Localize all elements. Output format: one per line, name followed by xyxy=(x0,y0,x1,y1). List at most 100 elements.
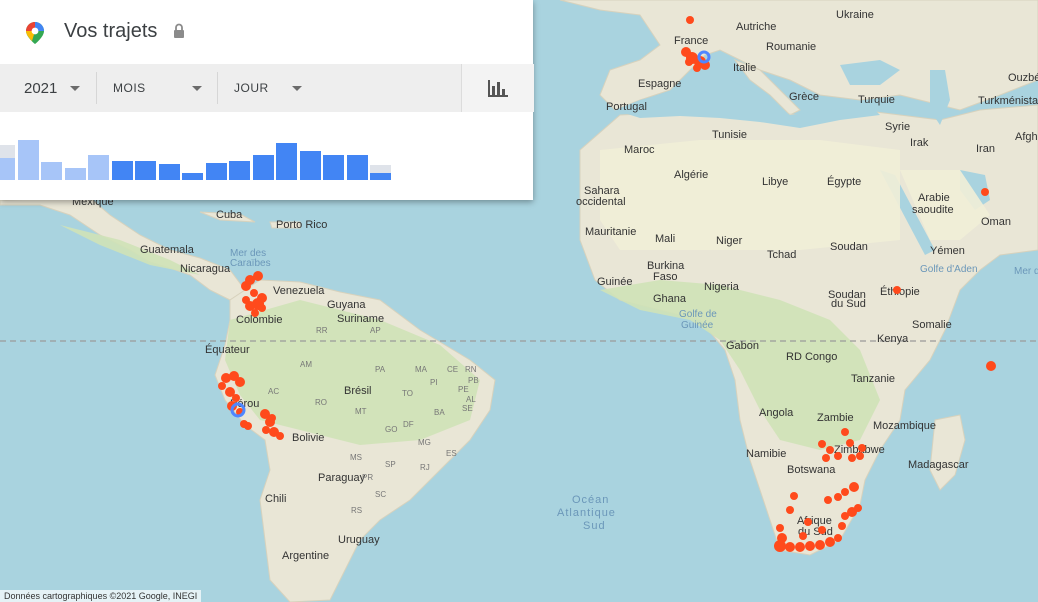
svg-text:Yémen: Yémen xyxy=(930,245,965,257)
day-dropdown[interactable]: JOUR xyxy=(234,64,269,112)
histogram-bar[interactable] xyxy=(17,140,39,180)
lock-icon xyxy=(174,23,184,38)
svg-text:RD Congo: RD Congo xyxy=(786,351,837,363)
svg-text:RR: RR xyxy=(316,326,328,335)
svg-text:Autriche: Autriche xyxy=(736,21,776,33)
histogram-bar[interactable] xyxy=(41,162,62,180)
histogram-bar[interactable] xyxy=(111,161,133,180)
svg-text:Caraïbes: Caraïbes xyxy=(230,258,271,269)
bar-chart-icon xyxy=(488,80,508,97)
histogram-bar[interactable] xyxy=(135,161,156,180)
svg-text:Irak: Irak xyxy=(910,137,929,149)
svg-text:PI: PI xyxy=(430,378,438,387)
svg-text:Golfe de: Golfe de xyxy=(679,309,717,320)
panel-header: Vos trajets xyxy=(0,0,533,64)
svg-text:Guinée: Guinée xyxy=(597,276,632,288)
svg-text:Faso: Faso xyxy=(653,271,677,283)
svg-text:Iran: Iran xyxy=(976,143,995,155)
year-value: 2021 xyxy=(24,79,58,97)
svg-text:Équateur: Équateur xyxy=(205,343,250,356)
svg-text:Guatemala: Guatemala xyxy=(140,244,195,256)
svg-text:occidental: occidental xyxy=(576,196,626,208)
svg-text:Botswana: Botswana xyxy=(787,464,836,476)
svg-text:Arabie: Arabie xyxy=(918,192,950,204)
svg-text:PE: PE xyxy=(458,385,469,394)
histogram-bar[interactable] xyxy=(299,151,321,180)
year-chevron-down-icon[interactable] xyxy=(70,86,80,91)
svg-text:Syrie: Syrie xyxy=(885,121,910,133)
svg-text:Ukraine: Ukraine xyxy=(836,9,874,21)
histogram-bar[interactable] xyxy=(64,168,86,180)
svg-text:Madagascar: Madagascar xyxy=(908,459,969,471)
svg-text:Atlantique: Atlantique xyxy=(557,507,616,519)
svg-text:AL: AL xyxy=(466,395,476,404)
svg-text:saoudite: saoudite xyxy=(912,204,954,216)
svg-text:Nigeria: Nigeria xyxy=(704,281,740,293)
svg-text:du Sud: du Sud xyxy=(831,298,866,310)
histogram-bar[interactable] xyxy=(346,155,368,180)
histogram-bar[interactable] xyxy=(252,155,274,180)
histogram-bar[interactable] xyxy=(370,172,391,180)
svg-text:Mozambique: Mozambique xyxy=(873,420,936,432)
svg-text:Somalie: Somalie xyxy=(912,319,952,331)
svg-text:DF: DF xyxy=(403,420,414,429)
histogram-bar[interactable] xyxy=(88,155,109,180)
stats-button[interactable] xyxy=(461,64,534,112)
svg-text:Libye: Libye xyxy=(762,176,788,188)
svg-text:Niger: Niger xyxy=(716,235,743,247)
svg-text:SE: SE xyxy=(462,404,473,413)
svg-text:RN: RN xyxy=(465,365,477,374)
timeline-panel: Vos trajets 2021 MOIS JOUR xyxy=(0,0,534,200)
svg-text:RO: RO xyxy=(315,398,327,407)
svg-text:PA: PA xyxy=(375,365,386,374)
histogram-bar[interactable] xyxy=(158,164,180,180)
svg-text:Sud: Sud xyxy=(583,520,606,532)
year-dropdown[interactable]: 2021 xyxy=(24,64,57,112)
histogram-bar[interactable] xyxy=(0,158,15,180)
svg-text:Tanzanie: Tanzanie xyxy=(851,373,895,385)
svg-text:France: France xyxy=(674,35,708,47)
histogram-bar[interactable] xyxy=(205,163,227,180)
svg-text:AC: AC xyxy=(268,387,279,396)
svg-text:AM: AM xyxy=(300,360,312,369)
histogram-bar[interactable] xyxy=(182,172,203,180)
svg-text:BA: BA xyxy=(434,408,445,417)
svg-text:Portugal: Portugal xyxy=(606,101,647,113)
svg-text:Colombie: Colombie xyxy=(236,314,282,326)
svg-text:Mali: Mali xyxy=(655,233,675,245)
svg-text:Tchad: Tchad xyxy=(767,249,796,261)
activity-histogram[interactable] xyxy=(0,112,533,200)
svg-text:Porto Rico: Porto Rico xyxy=(276,219,327,231)
svg-text:RJ: RJ xyxy=(420,463,430,472)
svg-text:Oman: Oman xyxy=(981,216,1011,228)
svg-text:Maroc: Maroc xyxy=(624,144,655,156)
svg-text:SC: SC xyxy=(375,490,386,499)
svg-text:MS: MS xyxy=(350,453,362,462)
month-placeholder: MOIS xyxy=(113,81,146,95)
svg-text:Chili: Chili xyxy=(265,493,286,505)
divider xyxy=(217,72,218,104)
svg-text:Espagne: Espagne xyxy=(638,78,681,90)
month-dropdown[interactable]: MOIS xyxy=(113,64,146,112)
svg-text:Grèce: Grèce xyxy=(789,91,819,103)
histogram-bar[interactable] xyxy=(276,142,297,180)
histogram-bar[interactable] xyxy=(323,154,344,180)
month-chevron-down-icon[interactable] xyxy=(192,86,202,91)
svg-text:Cuba: Cuba xyxy=(216,209,243,221)
svg-text:TO: TO xyxy=(402,389,413,398)
svg-text:Nicaragua: Nicaragua xyxy=(180,263,231,275)
day-chevron-down-icon[interactable] xyxy=(292,86,302,91)
svg-text:AP: AP xyxy=(370,326,381,335)
divider xyxy=(96,72,97,104)
day-placeholder: JOUR xyxy=(234,81,269,95)
svg-text:Guyana: Guyana xyxy=(327,299,366,311)
svg-text:Guinée: Guinée xyxy=(681,320,714,331)
svg-text:Mauritanie: Mauritanie xyxy=(585,226,636,238)
svg-text:Égypte: Égypte xyxy=(827,175,861,188)
svg-text:Bolivie: Bolivie xyxy=(292,432,324,444)
svg-text:MT: MT xyxy=(355,407,367,416)
svg-text:Gabon: Gabon xyxy=(726,340,759,352)
svg-text:Ghana: Ghana xyxy=(653,293,687,305)
histogram-bar[interactable] xyxy=(229,161,250,180)
svg-text:Brésil: Brésil xyxy=(344,385,372,397)
